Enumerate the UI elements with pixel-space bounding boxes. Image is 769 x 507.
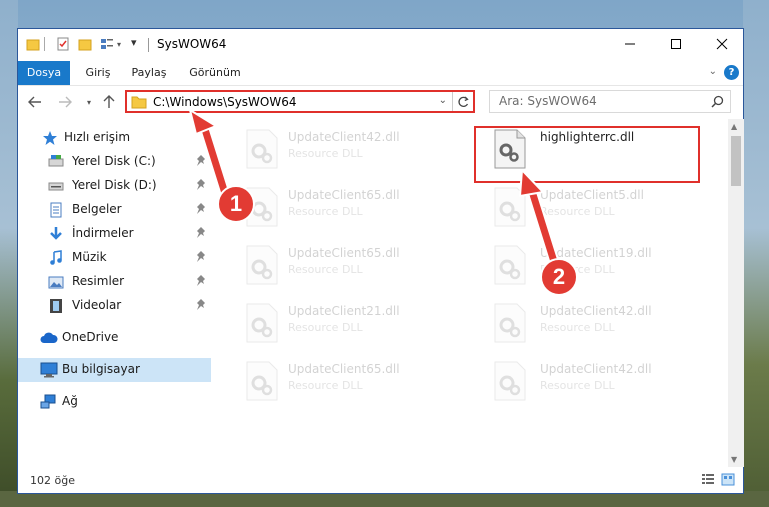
annotation-badge-1: 1 (217, 185, 255, 223)
annotation-overlay (189, 109, 562, 274)
annotation-arrow-2 (519, 169, 562, 274)
annotation-badge-2: 2 (540, 258, 578, 296)
